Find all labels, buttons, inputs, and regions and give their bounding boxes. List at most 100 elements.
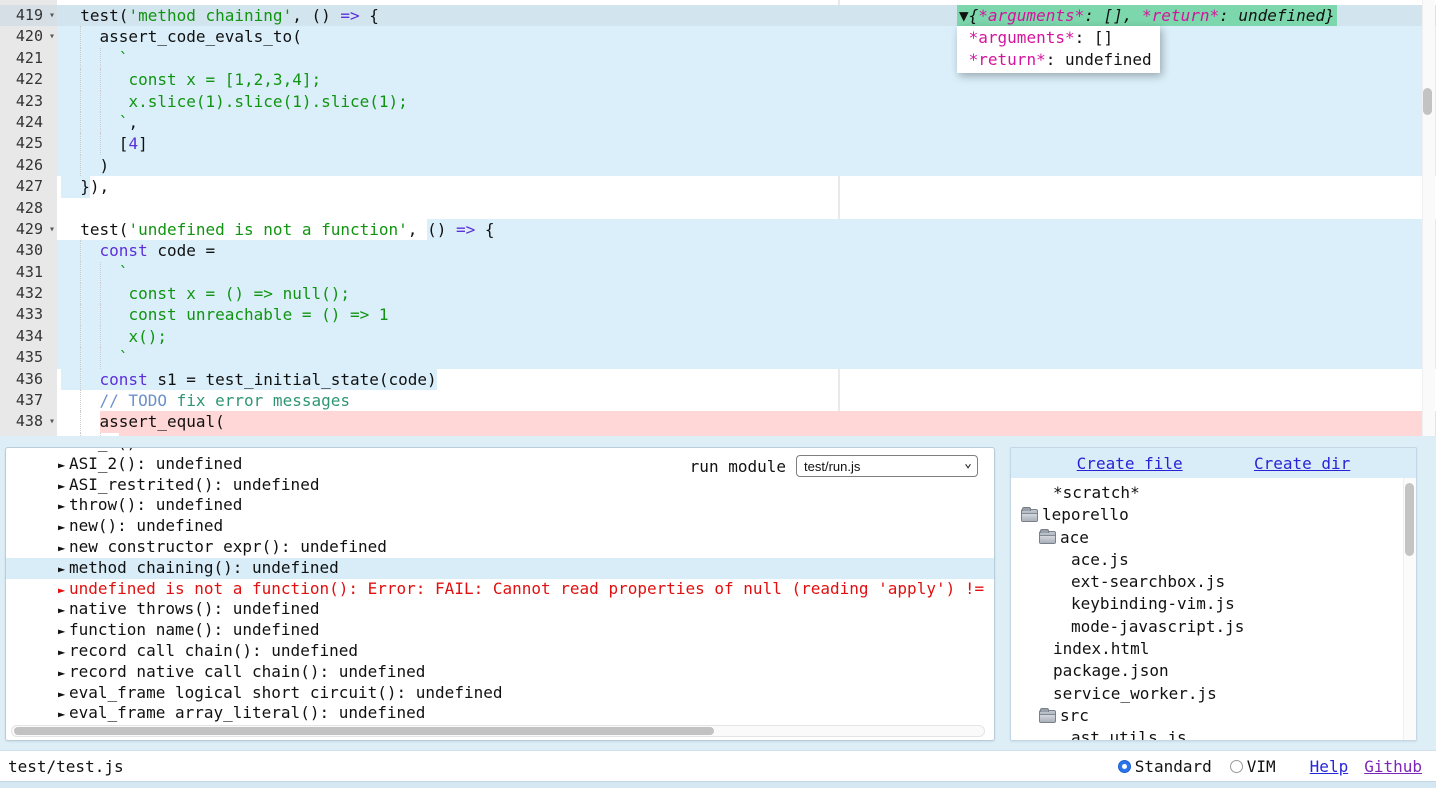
- line-content[interactable]: const code =: [57, 240, 1436, 261]
- file-tree-item[interactable]: src: [1011, 705, 1416, 727]
- test-result-item[interactable]: ►ASI_1(): undefined: [6, 447, 994, 454]
- file-tree-item[interactable]: ace.js: [1011, 549, 1416, 571]
- test-result-item[interactable]: ►record native call chain(): undefined: [6, 662, 994, 683]
- line-content[interactable]: const x = () => null();: [57, 283, 1436, 304]
- line-number[interactable]: 428: [0, 198, 57, 219]
- file-tree-scrollbar-thumb[interactable]: [1405, 483, 1414, 556]
- line-number[interactable]: 427: [0, 176, 57, 197]
- file-tree-item[interactable]: *scratch*: [1011, 482, 1416, 504]
- tooltip-entry[interactable]: *arguments*: []: [959, 27, 1152, 48]
- line-content[interactable]: }),: [57, 176, 1436, 197]
- test-result-item[interactable]: ►throw(): undefined: [6, 495, 994, 516]
- results-horizontal-scrollbar-thumb[interactable]: [14, 727, 714, 735]
- file-tree-item[interactable]: ast_utils.js: [1011, 727, 1416, 740]
- file-tree-scrollbar[interactable]: [1403, 478, 1416, 740]
- line-content[interactable]: const unreachable = () => 1: [57, 304, 1436, 325]
- line-number[interactable]: 422: [0, 69, 57, 90]
- expand-arrow-icon[interactable]: ►: [58, 600, 69, 621]
- line-number[interactable]: 434: [0, 326, 57, 347]
- line-number[interactable]: 419▾: [0, 5, 57, 26]
- expand-arrow-icon[interactable]: ►: [58, 496, 69, 517]
- line-number[interactable]: 423: [0, 91, 57, 112]
- expand-arrow-icon[interactable]: ►: [58, 704, 69, 725]
- file-tree-item[interactable]: index.html: [1011, 638, 1416, 660]
- fold-arrow-icon[interactable]: ▾: [49, 219, 55, 240]
- create-dir-link[interactable]: Create dir: [1254, 454, 1350, 473]
- file-tree-item[interactable]: ace: [1011, 527, 1416, 549]
- expand-arrow-icon[interactable]: ►: [58, 517, 69, 538]
- test-result-item[interactable]: ►eval_frame logical short circuit(): und…: [6, 683, 994, 704]
- expand-arrow-icon[interactable]: ►: [58, 642, 69, 663]
- code-line[interactable]: 433 const unreachable = () => 1: [0, 304, 1436, 325]
- test-result-item[interactable]: ►record call chain(): undefined: [6, 641, 994, 662]
- file-tree-item[interactable]: package.json: [1011, 660, 1416, 682]
- code-line[interactable]: 424 `,: [0, 112, 1436, 133]
- test-result-item[interactable]: ►new(): undefined: [6, 516, 994, 537]
- fold-arrow-icon[interactable]: ▾: [49, 26, 55, 47]
- line-content[interactable]: x.slice(1).slice(1).slice(1);: [57, 91, 1436, 112]
- line-content[interactable]: x();: [57, 326, 1436, 347]
- keybinding-radio-standard[interactable]: [1118, 760, 1131, 773]
- code-line[interactable]: 438▾ assert_equal(: [0, 411, 1436, 432]
- github-link[interactable]: Github: [1364, 757, 1422, 776]
- code-line[interactable]: 429▾ test('undefined is not a function',…: [0, 219, 1436, 240]
- expand-arrow-icon[interactable]: ►: [58, 663, 69, 684]
- code-line[interactable]: 430 const code =: [0, 240, 1436, 261]
- expand-arrow-icon[interactable]: ►: [58, 476, 69, 497]
- file-tree-item[interactable]: mode-javascript.js: [1011, 616, 1416, 638]
- line-content[interactable]: `,: [57, 112, 1436, 133]
- code-line[interactable]: 436 const s1 = test_initial_state(code): [0, 369, 1436, 390]
- fold-arrow-icon[interactable]: ▾: [49, 411, 55, 432]
- test-result-item[interactable]: ►new constructor expr(): undefined: [6, 537, 994, 558]
- editor-vertical-scrollbar-thumb[interactable]: [1423, 88, 1432, 115]
- code-line[interactable]: 435 `: [0, 347, 1436, 368]
- tooltip-entry[interactable]: *return*: undefined: [959, 49, 1152, 70]
- keybinding-radio-vim[interactable]: [1230, 760, 1243, 773]
- file-tree-item[interactable]: leporello: [1011, 504, 1416, 526]
- line-number[interactable]: 424: [0, 112, 57, 133]
- line-number[interactable]: 425: [0, 133, 57, 154]
- test-result-item[interactable]: ►native throws(): undefined: [6, 599, 994, 620]
- line-number[interactable]: 431: [0, 262, 57, 283]
- line-content[interactable]: assert_equal(: [57, 411, 1436, 432]
- line-number[interactable]: 429▾: [0, 219, 57, 240]
- expand-arrow-icon[interactable]: ►: [58, 621, 69, 642]
- test-result-item[interactable]: ►undefined is not a function(): Error: F…: [6, 579, 994, 600]
- line-number[interactable]: 437: [0, 390, 57, 411]
- tooltip-summary[interactable]: ▼{*arguments*: [], *return*: undefined}: [957, 5, 1337, 26]
- help-link[interactable]: Help: [1310, 757, 1349, 776]
- line-content[interactable]: ): [57, 155, 1436, 176]
- run-module-select[interactable]: test/run.js: [796, 455, 978, 477]
- line-number[interactable]: 432: [0, 283, 57, 304]
- line-number[interactable]: 426: [0, 155, 57, 176]
- code-line[interactable]: 425 [4]: [0, 133, 1436, 154]
- create-file-link[interactable]: Create file: [1077, 454, 1183, 473]
- line-number[interactable]: 435: [0, 347, 57, 368]
- expand-arrow-icon[interactable]: ►: [58, 580, 69, 601]
- test-result-item[interactable]: ►eval_frame array_literal(): undefined: [6, 703, 994, 724]
- test-result-item[interactable]: ►function name(): undefined: [6, 620, 994, 641]
- line-content[interactable]: test('undefined is not a function', () =…: [57, 219, 1436, 240]
- expand-arrow-icon[interactable]: ►: [58, 538, 69, 559]
- line-content[interactable]: `: [57, 347, 1436, 368]
- results-horizontal-scrollbar[interactable]: [11, 725, 985, 737]
- line-number[interactable]: 420▾: [0, 26, 57, 47]
- code-line[interactable]: 428: [0, 198, 1436, 219]
- expand-arrow-icon[interactable]: ►: [58, 559, 69, 580]
- line-number[interactable]: 433: [0, 304, 57, 325]
- line-number[interactable]: 430: [0, 240, 57, 261]
- file-tree-item[interactable]: keybinding-vim.js: [1011, 593, 1416, 615]
- expand-arrow-icon[interactable]: ►: [58, 455, 69, 476]
- expand-arrow-icon[interactable]: ►: [58, 684, 69, 705]
- line-content[interactable]: `: [57, 262, 1436, 283]
- code-line[interactable]: 432 const x = () => null();: [0, 283, 1436, 304]
- code-line[interactable]: 431 `: [0, 262, 1436, 283]
- line-content[interactable]: const s1 = test_initial_state(code): [57, 369, 1436, 390]
- line-number[interactable]: 438▾: [0, 411, 57, 432]
- line-number[interactable]: 421: [0, 48, 57, 69]
- line-content[interactable]: [4]: [57, 133, 1436, 154]
- code-line[interactable]: 434 x();: [0, 326, 1436, 347]
- code-line[interactable]: 423 x.slice(1).slice(1).slice(1);: [0, 91, 1436, 112]
- code-line[interactable]: 427 }),: [0, 176, 1436, 197]
- test-result-item[interactable]: ►method chaining(): undefined: [6, 558, 994, 579]
